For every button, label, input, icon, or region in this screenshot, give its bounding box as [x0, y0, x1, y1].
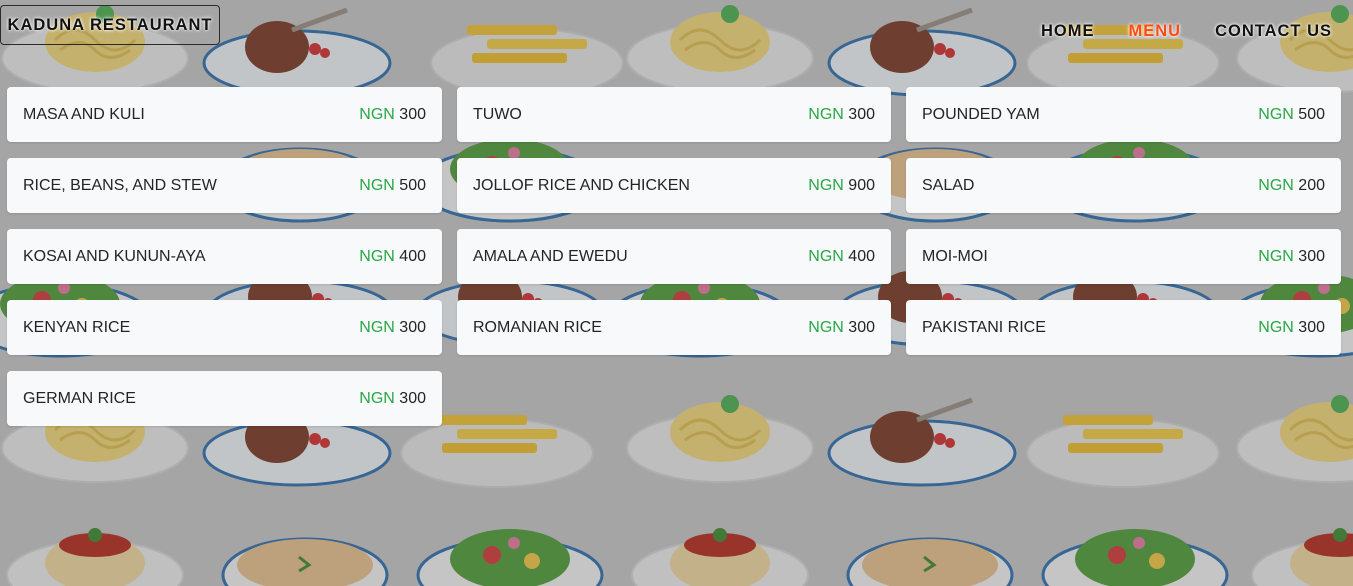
menu-item-card[interactable]: KOSAI AND KUNUN-AYA NGN 400 [7, 229, 442, 284]
price-value: 400 [399, 247, 426, 265]
menu-item-price: NGN 900 [808, 177, 875, 195]
price-value: 300 [848, 105, 875, 123]
price-value: 300 [1298, 318, 1325, 336]
menu-item-price: NGN 500 [1258, 106, 1325, 124]
nav-home-link[interactable]: HOME [1041, 22, 1095, 41]
menu-item-card[interactable]: SALAD NGN 200 [906, 158, 1341, 213]
menu-item-name: AMALA AND EWEDU [473, 247, 628, 265]
currency-label: NGN [1258, 247, 1294, 265]
main-navigation: HOME MENU CONTACT US [1041, 22, 1332, 41]
brand-logo-link[interactable]: KADUNA RESTAURANT [0, 5, 220, 45]
menu-item-price: NGN 300 [359, 319, 426, 337]
menu-item-card[interactable]: AMALA AND EWEDU NGN 400 [457, 229, 891, 284]
currency-label: NGN [1258, 176, 1294, 194]
currency-label: NGN [1258, 105, 1294, 123]
currency-label: NGN [808, 105, 844, 123]
currency-label: NGN [808, 318, 844, 336]
currency-label: NGN [359, 389, 395, 407]
menu-item-name: ROMANIAN RICE [473, 318, 602, 336]
menu-item-card[interactable]: POUNDED YAM NGN 500 [906, 87, 1341, 142]
menu-item-price: NGN 300 [1258, 319, 1325, 337]
currency-label: NGN [808, 176, 844, 194]
menu-item-card[interactable]: ROMANIAN RICE NGN 300 [457, 300, 891, 355]
menu-item-card[interactable]: KENYAN RICE NGN 300 [7, 300, 442, 355]
currency-label: NGN [1258, 318, 1294, 336]
currency-label: NGN [359, 318, 395, 336]
menu-item-name: TUWO [473, 105, 522, 123]
menu-item-name: KOSAI AND KUNUN-AYA [23, 247, 206, 265]
price-value: 400 [848, 247, 875, 265]
currency-label: NGN [359, 105, 395, 123]
currency-label: NGN [359, 176, 395, 194]
menu-item-card[interactable]: PAKISTANI RICE NGN 300 [906, 300, 1341, 355]
menu-item-card[interactable]: JOLLOF RICE AND CHICKEN NGN 900 [457, 158, 891, 213]
menu-item-price: NGN 400 [359, 248, 426, 266]
menu-item-price: NGN 300 [359, 106, 426, 124]
menu-item-name: RICE, BEANS, AND STEW [23, 176, 217, 194]
menu-item-name: POUNDED YAM [922, 105, 1040, 123]
menu-item-card[interactable]: TUWO NGN 300 [457, 87, 891, 142]
menu-item-name: PAKISTANI RICE [922, 318, 1046, 336]
nav-menu-link[interactable]: MENU [1128, 22, 1181, 41]
price-value: 300 [848, 318, 875, 336]
menu-item-name: JOLLOF RICE AND CHICKEN [473, 176, 690, 194]
menu-item-price: NGN 300 [359, 390, 426, 408]
menu-item-price: NGN 300 [808, 319, 875, 337]
price-value: 300 [399, 389, 426, 407]
menu-item-price: NGN 300 [808, 106, 875, 124]
currency-label: NGN [808, 247, 844, 265]
nav-contact-us-link[interactable]: CONTACT US [1215, 22, 1332, 41]
menu-item-price: NGN 200 [1258, 177, 1325, 195]
menu-item-name: KENYAN RICE [23, 318, 131, 336]
menu-item-name: SALAD [922, 176, 975, 194]
price-value: 500 [1298, 105, 1325, 123]
price-value: 300 [399, 318, 426, 336]
menu-item-name: MASA AND KULI [23, 105, 145, 123]
menu-item-card[interactable]: GERMAN RICE NGN 300 [7, 371, 442, 426]
price-value: 200 [1298, 176, 1325, 194]
price-value: 300 [1298, 247, 1325, 265]
menu-item-card[interactable]: RICE, BEANS, AND STEW NGN 500 [7, 158, 442, 213]
price-value: 300 [399, 105, 426, 123]
menu-item-card[interactable]: MOI-MOI NGN 300 [906, 229, 1341, 284]
price-value: 900 [848, 176, 875, 194]
menu-item-price: NGN 400 [808, 248, 875, 266]
menu-item-price: NGN 300 [1258, 248, 1325, 266]
menu-item-name: GERMAN RICE [23, 389, 136, 407]
menu-item-name: MOI-MOI [922, 247, 988, 265]
price-value: 500 [399, 176, 426, 194]
currency-label: NGN [359, 247, 395, 265]
menu-item-price: NGN 500 [359, 177, 426, 195]
menu-grid: MASA AND KULI NGN 300 TUWO NGN 300 POUND… [7, 87, 1341, 426]
menu-item-card[interactable]: MASA AND KULI NGN 300 [7, 87, 442, 142]
